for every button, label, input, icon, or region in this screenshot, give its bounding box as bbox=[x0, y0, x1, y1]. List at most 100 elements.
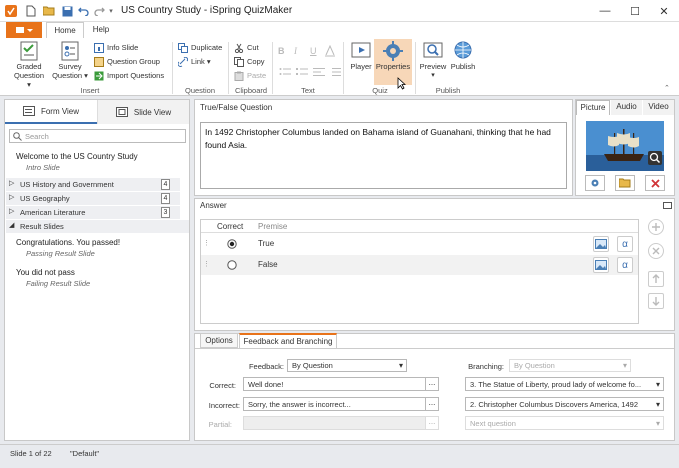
answer-text[interactable]: False bbox=[258, 260, 278, 269]
search-input[interactable]: Search bbox=[9, 129, 186, 143]
answer-row[interactable]: ⋮ False α bbox=[201, 255, 638, 275]
clipboard-group-label: Clipboard bbox=[234, 86, 268, 95]
cut-button[interactable]: Cut bbox=[234, 41, 259, 54]
answer-text[interactable]: True bbox=[258, 239, 274, 248]
intro-slide-title[interactable]: Welcome to the US Country Study bbox=[16, 152, 138, 161]
customize-toolbar-icon[interactable]: ▾ bbox=[104, 4, 118, 18]
tab-feedback-branching[interactable]: Feedback and Branching bbox=[239, 333, 337, 349]
font-color-icon[interactable] bbox=[325, 45, 335, 57]
minimize-button[interactable]: — bbox=[590, 0, 620, 22]
form-view-tab[interactable]: Form View bbox=[5, 100, 97, 124]
graded-question-button[interactable]: Graded Question ▾ bbox=[12, 40, 46, 89]
result-slide-subtitle: Failing Result Slide bbox=[26, 279, 91, 288]
correct-branch-dropdown[interactable]: 3. The Statue of Liberty, proud lady of … bbox=[465, 377, 664, 391]
move-down-button[interactable] bbox=[648, 293, 664, 309]
survey-question-button[interactable]: Survey Question ▾ bbox=[52, 40, 88, 80]
incorrect-branch-dropdown[interactable]: 2. Christopher Columbus Discovers Americ… bbox=[465, 397, 664, 411]
answer-image-button[interactable] bbox=[593, 257, 609, 273]
save-icon[interactable] bbox=[60, 4, 74, 18]
answer-image-button[interactable] bbox=[593, 236, 609, 252]
expand-arrow-icon[interactable]: ▷ bbox=[9, 179, 14, 187]
answer-row[interactable]: ⋮ True α bbox=[201, 234, 638, 254]
copy-label: Copy bbox=[247, 57, 265, 66]
tab-help[interactable]: Help bbox=[86, 22, 116, 38]
result-slide-title[interactable]: You did not pass bbox=[16, 268, 75, 277]
correct-feedback-input[interactable]: Well done! bbox=[243, 377, 426, 391]
expand-arrow-icon[interactable]: ▷ bbox=[9, 207, 14, 215]
group-label: Result Slides bbox=[20, 222, 64, 231]
link-button[interactable]: Link ▾ bbox=[178, 55, 211, 68]
status-bar bbox=[0, 444, 679, 468]
question-group-row[interactable]: ▷ American Literature 3 bbox=[6, 206, 180, 219]
partial-feedback-more-button[interactable]: ... bbox=[425, 416, 439, 430]
correct-radio-unselected[interactable] bbox=[227, 260, 237, 270]
question-group-row[interactable]: ▷ US History and Government 4 bbox=[6, 178, 180, 191]
paste-button[interactable]: Paste bbox=[234, 69, 266, 82]
undo-icon[interactable] bbox=[76, 4, 90, 18]
link-label: Link ▾ bbox=[191, 57, 211, 66]
align-icon[interactable] bbox=[313, 67, 325, 77]
info-slide-button[interactable]: Info Slide bbox=[94, 41, 138, 54]
drag-handle-icon[interactable]: ⋮ bbox=[203, 239, 210, 247]
result-slides-group-row[interactable]: ◢ Result Slides bbox=[6, 220, 189, 233]
tab-home[interactable]: Home bbox=[46, 22, 84, 38]
expand-arrow-icon[interactable]: ▷ bbox=[9, 193, 14, 201]
move-up-button[interactable] bbox=[648, 271, 664, 287]
question-text-field[interactable]: In 1492 Christopher Columbus landed on B… bbox=[200, 122, 567, 189]
delete-icon bbox=[650, 178, 660, 188]
import-questions-button[interactable]: Import Questions bbox=[94, 69, 164, 82]
feedback-dropdown[interactable]: By Question bbox=[287, 359, 407, 372]
properties-button[interactable]: Properties bbox=[374, 39, 412, 85]
numbered-list-icon[interactable] bbox=[296, 67, 308, 77]
remove-answer-button[interactable] bbox=[648, 243, 664, 259]
delete-picture-button[interactable] bbox=[645, 175, 665, 191]
result-slide-title[interactable]: Congratulations. You passed! bbox=[16, 238, 120, 247]
partial-branch-dropdown[interactable]: Next question bbox=[465, 416, 664, 430]
partial-feedback-input[interactable] bbox=[243, 416, 426, 430]
incorrect-feedback-input[interactable]: Sorry, the answer is incorrect... bbox=[243, 397, 426, 411]
add-answer-button[interactable] bbox=[648, 219, 664, 235]
answer-equation-button[interactable]: α bbox=[617, 257, 633, 273]
close-button[interactable]: ✕ bbox=[649, 0, 679, 22]
ship-picture-thumbnail[interactable] bbox=[586, 121, 664, 171]
correct-feedback-more-button[interactable]: ... bbox=[425, 377, 439, 391]
maximize-answer-icon[interactable] bbox=[663, 202, 672, 209]
copy-button[interactable]: Copy bbox=[234, 55, 265, 68]
player-button[interactable]: Player bbox=[347, 40, 375, 71]
duplicate-button[interactable]: Duplicate bbox=[178, 41, 222, 54]
preview-button[interactable]: Preview ▾ bbox=[418, 40, 448, 80]
insert-group-label: Insert bbox=[80, 86, 100, 95]
open-picture-button[interactable] bbox=[615, 175, 635, 191]
collapse-arrow-icon[interactable]: ◢ bbox=[9, 221, 14, 229]
maximize-button[interactable]: ☐ bbox=[620, 0, 650, 22]
question-group-button[interactable]: Question Group bbox=[94, 55, 160, 68]
underline-icon[interactable]: U bbox=[310, 46, 317, 56]
publish-button[interactable]: Publish bbox=[448, 40, 478, 71]
italic-icon[interactable]: I bbox=[294, 46, 297, 56]
drag-handle-icon[interactable]: ⋮ bbox=[203, 260, 210, 268]
indent-icon[interactable] bbox=[329, 67, 341, 77]
question-group-title: Question bbox=[184, 86, 216, 95]
correct-radio-selected[interactable] bbox=[227, 239, 237, 249]
picture-settings-button[interactable] bbox=[585, 175, 605, 191]
collapse-ribbon-icon[interactable]: ⌃ bbox=[664, 84, 670, 92]
preview-dropdown-icon[interactable]: ▾ bbox=[431, 71, 435, 80]
answer-equation-button[interactable]: α bbox=[617, 236, 633, 252]
tab-audio[interactable]: Audio bbox=[611, 100, 642, 115]
open-folder-icon[interactable] bbox=[42, 4, 56, 18]
question-group-row[interactable]: ▷ US Geography 4 bbox=[6, 192, 180, 205]
bold-icon[interactable]: B bbox=[278, 46, 285, 56]
file-menu-button[interactable] bbox=[6, 22, 42, 38]
bullet-list-icon[interactable] bbox=[279, 67, 291, 77]
incorrect-feedback-more-button[interactable]: ... bbox=[425, 397, 439, 411]
group-label: American Literature bbox=[20, 208, 86, 217]
branching-dropdown[interactable]: By Question bbox=[509, 359, 631, 372]
preview-label: Preview bbox=[419, 62, 447, 71]
tab-picture[interactable]: Picture bbox=[576, 100, 610, 115]
slide-view-tab[interactable]: Slide View bbox=[97, 100, 189, 124]
tab-options[interactable]: Options bbox=[200, 333, 238, 348]
new-file-icon[interactable] bbox=[24, 4, 38, 18]
tab-video[interactable]: Video bbox=[643, 100, 674, 115]
survey-question-label: Survey Question ▾ bbox=[52, 62, 88, 80]
slide-counter: Slide 1 of 22 bbox=[10, 449, 52, 458]
